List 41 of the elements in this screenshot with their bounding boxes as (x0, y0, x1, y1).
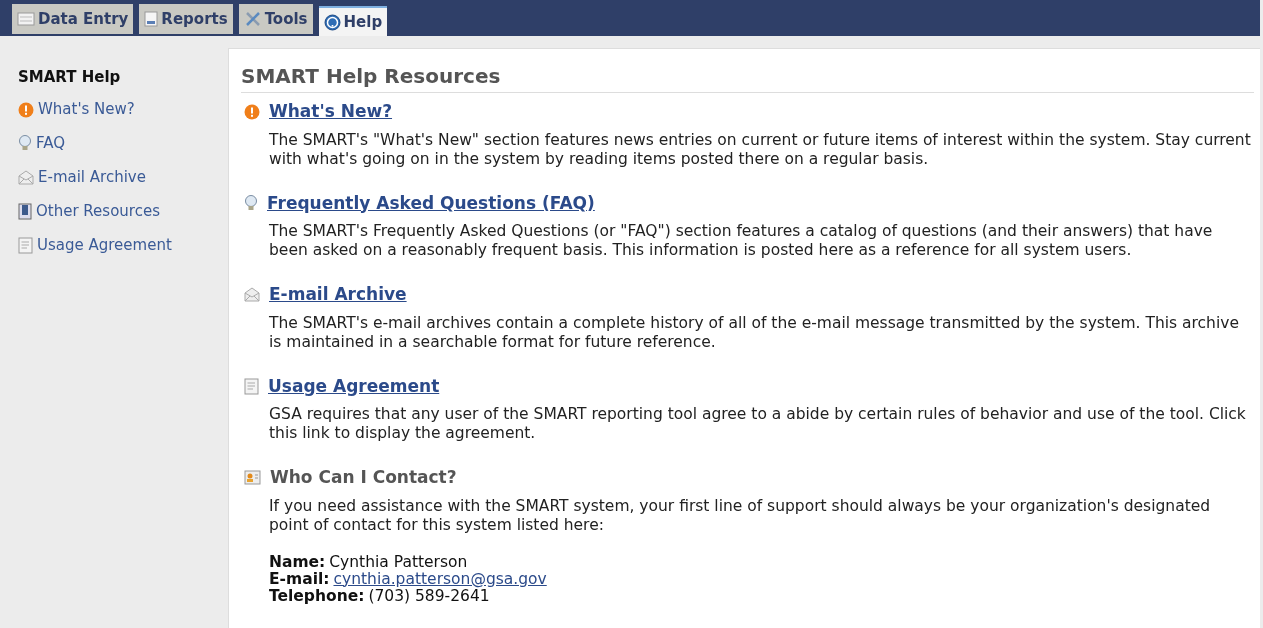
section-link[interactable]: Usage Agreement (268, 373, 440, 399)
section-link[interactable]: E-mail Archive (269, 282, 407, 308)
report-icon (144, 11, 159, 27)
form-icon (17, 12, 35, 26)
document-icon (18, 237, 33, 254)
lightbulb-icon (244, 194, 258, 212)
envelope-icon (244, 287, 260, 303)
email-link[interactable]: cynthia.patterson@gsa.gov (333, 570, 547, 588)
envelope-icon (18, 170, 34, 185)
contact-value: Cynthia Patterson (329, 553, 468, 571)
sidebar-title: SMART Help (18, 67, 122, 88)
warning-icon (18, 101, 34, 118)
contact-label: Name: (269, 553, 326, 571)
section-description: If you need assistance with the SMART system, your first line of support should always be your organization's designated point of contact for this system listed here: (268, 496, 1212, 535)
section-description: The SMART's e-mail archives contain a complete history of all of the e-mail message transmitted by the system. This archive is maintained in a searchable format for future reference. (268, 313, 1240, 352)
warning-icon (244, 103, 260, 120)
book-icon (18, 203, 32, 220)
tab[interactable]: Tools (238, 4, 313, 34)
sidebar-link[interactable]: E-mail Archive (18, 160, 228, 195)
contact-label: E-mail: (269, 570, 330, 588)
sidebar-link[interactable]: Usage Agreement (18, 228, 228, 263)
sidebar-link[interactable]: What's New? (18, 92, 228, 127)
tab[interactable]: Data Entry (12, 4, 134, 34)
page-title: SMART Help Resources (241, 61, 1254, 93)
tab[interactable]: Reports (139, 4, 233, 34)
section-description: The SMART's "What's New" section features news entries on current or future items of interest within the system. Stay current with what's going on in the system by reading items posted there on a regular basis. (268, 130, 1252, 169)
section-link[interactable]: Frequently Asked Questions (FAQ) (267, 190, 595, 216)
tab[interactable]: Help (318, 6, 388, 36)
contact-value: (703) 589-2641 (368, 587, 490, 605)
section-description: GSA requires that any user of the SMART reporting tool agree to a abide by certain rules of behavior and use of the tool. Click this link to display the agreement. (268, 405, 1247, 443)
section-heading: Who Can I Contact? (270, 466, 457, 489)
section-link[interactable]: What's New? (269, 99, 393, 125)
tools-icon (243, 10, 262, 28)
contact-card-icon (244, 470, 261, 486)
help-icon (323, 13, 341, 31)
contact-label: Telephone: (269, 587, 365, 605)
section-description: The SMART's Frequently Asked Questions (or "FAQ") section features a catalog of questions (and their answers) that have been asked on a reasonably frequent basis. This information is posted here as a reference for all system users. (268, 222, 1214, 260)
sidebar-link[interactable]: Other Resources (18, 194, 228, 229)
document-icon (244, 377, 259, 395)
lightbulb-icon (18, 135, 32, 152)
sidebar-link[interactable]: FAQ (18, 126, 228, 161)
